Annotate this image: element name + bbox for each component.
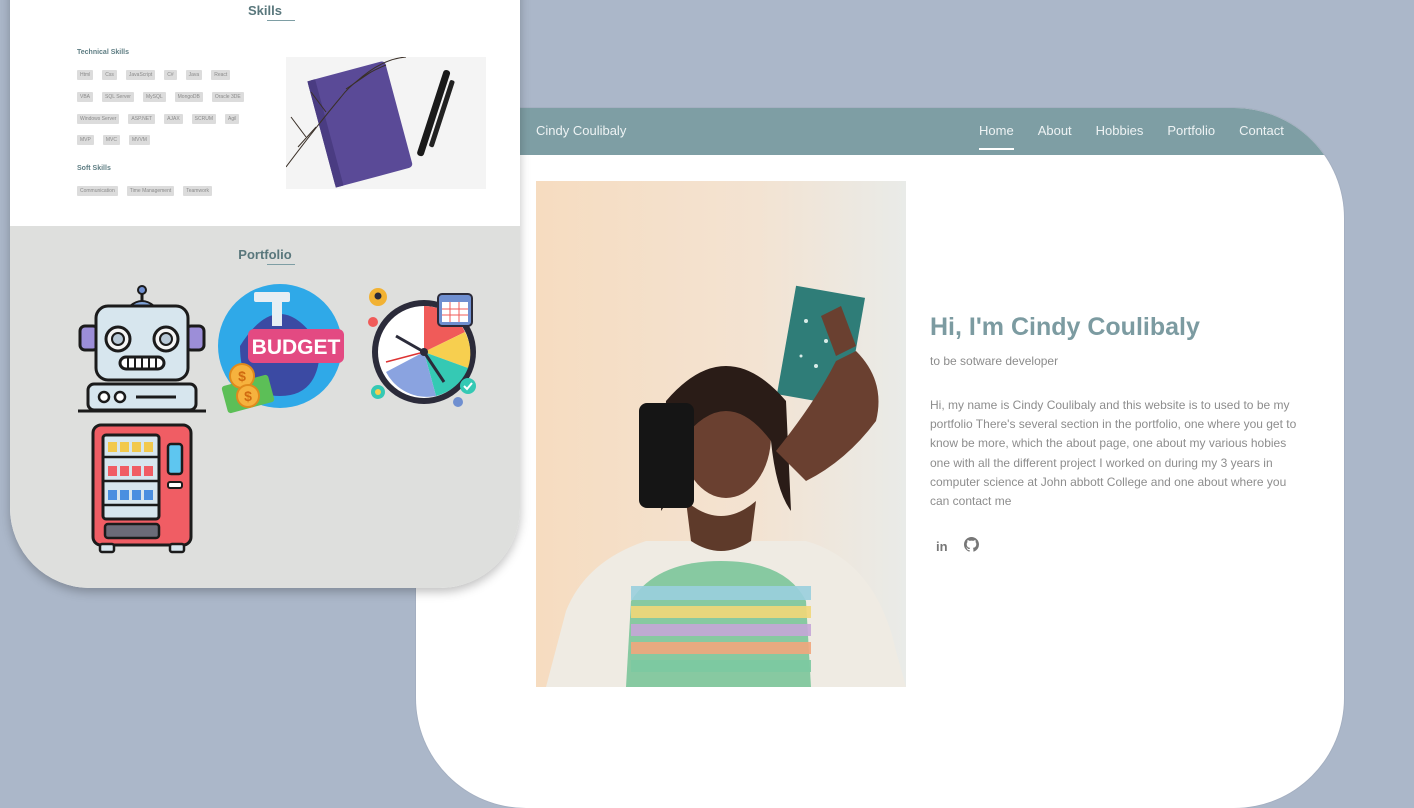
nav-hobbies[interactable]: Hobbies	[1096, 123, 1144, 138]
technical-skills-row-3: Windows Server ASP.NET AJAX SCRUM Agil	[77, 114, 240, 124]
skill-tag: MongoDB	[174, 92, 203, 102]
budget-label: BUDGET	[252, 336, 341, 359]
skill-tag: MVP	[77, 135, 94, 145]
skill-tag: Teamwork	[183, 186, 213, 196]
nav-contact[interactable]: Contact	[1239, 123, 1284, 138]
portfolio-section: Portfolio BUDGET $ $	[10, 226, 520, 588]
technical-skills-row-4: MVP MVC MVVM	[77, 135, 150, 145]
skill-tag: AJAX	[164, 114, 183, 124]
hero-subtitle: to be sotware developer	[930, 354, 1059, 368]
skill-tag: C#	[164, 70, 177, 80]
notebook-photo	[285, 56, 486, 189]
skill-tag: VBA	[77, 92, 94, 102]
skill-tag: Windows Server	[77, 114, 120, 124]
nav-about[interactable]: About	[1038, 123, 1072, 138]
skill-tag: Time Management	[126, 186, 175, 196]
skill-tag: MVC	[102, 135, 120, 145]
skill-tag: ASP.NET	[128, 114, 156, 124]
skill-tag: SQL Server	[102, 92, 134, 102]
skills-section: Skills Technical Skills Html Css JavaScr…	[10, 0, 520, 226]
brand-name[interactable]: Cindy Coulibaly	[536, 123, 626, 138]
portfolio-title-underline	[267, 264, 295, 265]
svg-text:$: $	[244, 388, 252, 404]
skill-tag: MySQL	[142, 92, 166, 102]
skill-tag: JavaScript	[125, 70, 156, 80]
skill-tag: Java	[185, 70, 203, 80]
svg-text:$: $	[238, 368, 246, 384]
portfolio-title: Portfolio	[238, 247, 292, 262]
robot-icon[interactable]	[78, 284, 206, 414]
skills-portfolio-card: Skills Technical Skills Html Css JavaScr…	[10, 0, 520, 588]
skills-title: Skills	[248, 3, 282, 18]
nav-links: Home About Hobbies Portfolio Contact	[979, 123, 1284, 150]
technical-skills-title: Technical Skills	[77, 49, 130, 56]
hero-title: Hi, I'm Cindy Coulibaly	[930, 313, 1200, 341]
linkedin-icon[interactable]: in	[936, 539, 948, 554]
nav-home[interactable]: Home	[979, 123, 1014, 150]
nav-portfolio[interactable]: Portfolio	[1167, 123, 1215, 138]
skill-tag: React	[211, 70, 231, 80]
skills-title-underline	[267, 20, 295, 21]
skill-tag: Agil	[225, 114, 240, 124]
social-links: in	[936, 537, 979, 555]
technical-skills-row-2: VBA SQL Server MySQL MongoDB Oracle 3DE	[77, 92, 244, 102]
skill-tag: Communication	[77, 186, 118, 196]
skill-tag: Oracle 3DE	[211, 92, 244, 102]
budget-icon[interactable]: BUDGET $ $	[218, 284, 348, 414]
home-page-card: Cindy Coulibaly Home About Hobbies Portf…	[416, 108, 1344, 808]
navbar: Cindy Coulibaly Home About Hobbies Portf…	[416, 108, 1344, 155]
technical-skills-row-1: Html Css JavaScript C# Java React	[77, 70, 231, 80]
soft-skills-title: Soft Skills	[77, 165, 111, 172]
hero-description: Hi, my name is Cindy Coulibaly and this …	[930, 398, 1297, 509]
soft-skills-row: Communication Time Management Teamwork	[77, 186, 213, 196]
vending-machine-icon[interactable]	[90, 422, 194, 554]
github-icon[interactable]	[963, 537, 979, 555]
skill-tag: Css	[102, 70, 117, 80]
skill-tag: SCRUM	[191, 114, 217, 124]
skill-tag: MVVM	[128, 135, 150, 145]
clock-calendar-icon[interactable]	[366, 284, 482, 410]
skill-tag: Html	[77, 70, 94, 80]
profile-photo	[536, 181, 906, 687]
